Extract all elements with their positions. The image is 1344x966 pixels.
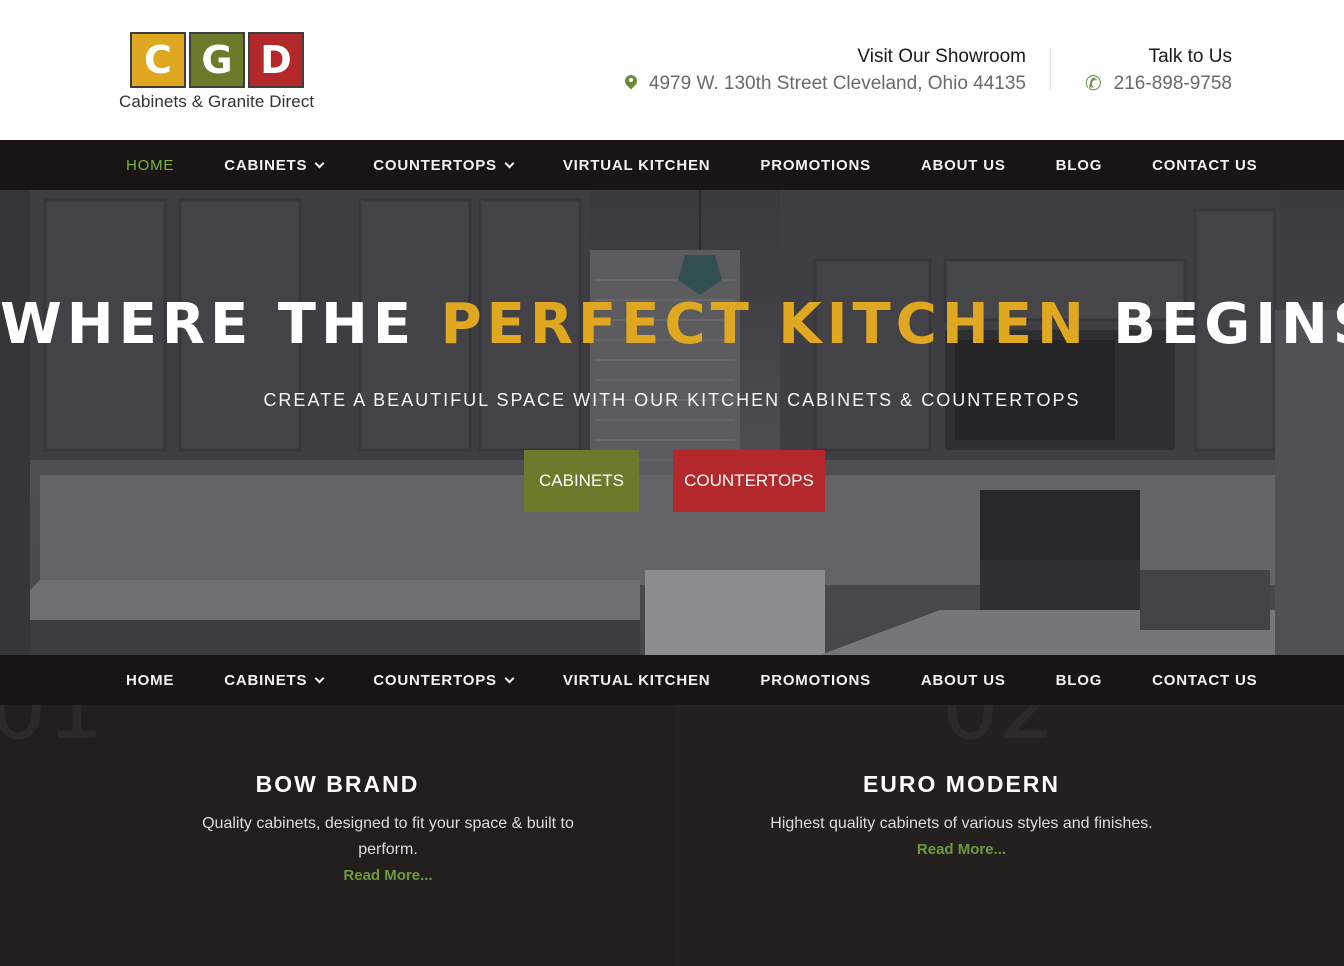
chevron-down-icon bbox=[314, 673, 325, 683]
nav-item-blog[interactable]: BLOG bbox=[1056, 157, 1103, 174]
feature-card: 01 BOW BRAND Quality cabinets, designed … bbox=[0, 705, 674, 966]
nav-item-promotions[interactable]: PROMOTIONS bbox=[760, 157, 871, 174]
feature-number: 02 bbox=[941, 705, 1057, 760]
hero-overlay bbox=[0, 190, 1344, 655]
hero-title-part1: WHERE THE bbox=[0, 292, 441, 357]
chevron-down-icon bbox=[504, 673, 515, 683]
showroom-title: Visit Our Showroom bbox=[857, 46, 1026, 67]
header-divider bbox=[1050, 48, 1051, 90]
nav-item-home[interactable]: HOME bbox=[126, 672, 174, 689]
site-header: C G D Cabinets & Granite Direct Visit Ou… bbox=[0, 0, 1344, 140]
nav-item-blog[interactable]: BLOG bbox=[1056, 672, 1103, 689]
nav-label: VIRTUAL KITCHEN bbox=[562, 156, 711, 174]
nav-label: VIRTUAL KITCHEN bbox=[562, 671, 711, 689]
nav-item-promotions[interactable]: PROMOTIONS bbox=[760, 672, 871, 689]
logo-letter-c: C bbox=[130, 32, 186, 88]
talk-title: Talk to Us bbox=[1148, 46, 1232, 67]
feature-title: BOW BRAND bbox=[255, 771, 420, 797]
nav-item-virtual-kitchen[interactable]: VIRTUAL KITCHEN bbox=[563, 157, 711, 174]
nav-label: HOME bbox=[126, 156, 175, 174]
nav-item-virtual-kitchen[interactable]: VIRTUAL KITCHEN bbox=[563, 672, 711, 689]
read-more-link[interactable]: Read More... bbox=[200, 867, 576, 884]
nav-item-contact-us[interactable]: CONTACT US bbox=[1152, 672, 1257, 689]
nav-label: COUNTERTOPS bbox=[373, 156, 497, 174]
nav-label: CABINETS bbox=[224, 671, 308, 689]
nav-item-countertops[interactable]: COUNTERTOPS bbox=[373, 671, 515, 689]
feature-description: Highest quality cabinets of various styl… bbox=[770, 815, 1153, 832]
map-pin-icon bbox=[625, 75, 637, 93]
site-logo[interactable]: C G D Cabinets & Granite Direct bbox=[119, 32, 314, 112]
logo-letter-d: D bbox=[248, 32, 304, 88]
nav-label: CONTACT US bbox=[1152, 156, 1258, 174]
nav-item-about-us[interactable]: ABOUT US bbox=[921, 157, 1006, 174]
nav-label: CONTACT US bbox=[1152, 671, 1258, 689]
nav-item-cabinets[interactable]: CABINETS bbox=[224, 156, 325, 174]
nav-item-home[interactable]: HOME bbox=[126, 157, 174, 174]
hero-banner bbox=[0, 190, 1344, 655]
showroom-info: Visit Our Showroom 4979 W. 130th Street … bbox=[625, 46, 1026, 95]
nav-label: ABOUT US bbox=[920, 671, 1006, 689]
phone-number: 216-898-9758 bbox=[1113, 73, 1232, 94]
nav-label: CABINETS bbox=[224, 156, 308, 174]
address-text: 4979 W. 130th Street Cleveland, Ohio 441… bbox=[648, 73, 1026, 94]
nav-item-countertops[interactable]: COUNTERTOPS bbox=[373, 156, 515, 174]
logo-text: Cabinets & Granite Direct bbox=[119, 92, 315, 111]
nav-label: PROMOTIONS bbox=[760, 671, 871, 689]
nav-item-cabinets[interactable]: CABINETS bbox=[224, 671, 325, 689]
sticky-nav: HOME CABINETS COUNTERTOPS VIRTUAL KITCHE… bbox=[0, 655, 1344, 705]
logo-letter-g: G bbox=[189, 32, 245, 88]
logo-mark: C G D bbox=[130, 32, 314, 88]
address-line[interactable]: 4979 W. 130th Street Cleveland, Ohio 441… bbox=[625, 73, 1026, 95]
nav-label: HOME bbox=[126, 671, 175, 689]
hero-title-part2: BEGINS bbox=[1113, 292, 1344, 357]
chevron-down-icon bbox=[504, 158, 515, 168]
countertops-button[interactable]: COUNTERTOPS bbox=[673, 450, 825, 512]
nav-item-contact-us[interactable]: CONTACT US bbox=[1152, 157, 1257, 174]
hero-title-highlight: PERFECT KITCHEN bbox=[440, 292, 1089, 357]
phone-icon: ✆ bbox=[1084, 73, 1102, 95]
hero-subtitle: CREATE A BEAUTIFUL SPACE WITH OUR KITCHE… bbox=[263, 390, 1081, 410]
nav-label: ABOUT US bbox=[920, 156, 1006, 174]
feature-description: Quality cabinets, designed to fit your s… bbox=[202, 815, 574, 858]
features-section: 01 BOW BRAND Quality cabinets, designed … bbox=[0, 705, 1344, 966]
chevron-down-icon bbox=[314, 158, 325, 168]
main-nav: HOME CABINETS COUNTERTOPS VIRTUAL KITCHE… bbox=[0, 140, 1344, 190]
phone-info: Talk to Us ✆ 216-898-9758 bbox=[1085, 46, 1232, 95]
nav-label: COUNTERTOPS bbox=[373, 671, 497, 689]
feature-title: EURO MODERN bbox=[862, 771, 1061, 797]
nav-label: BLOG bbox=[1055, 156, 1103, 174]
cabinets-button[interactable]: CABINETS bbox=[524, 450, 639, 512]
hero-title: WHERE THE PERFECT KITCHEN BEGINS bbox=[0, 292, 1344, 357]
nav-label: PROMOTIONS bbox=[760, 156, 871, 174]
phone-line[interactable]: ✆ 216-898-9758 bbox=[1085, 73, 1232, 95]
nav-label: BLOG bbox=[1055, 671, 1103, 689]
feature-card: 02 EURO MODERN Highest quality cabinets … bbox=[673, 705, 1344, 966]
feature-number: 01 bbox=[0, 705, 105, 760]
nav-item-about-us[interactable]: ABOUT US bbox=[921, 672, 1006, 689]
read-more-link[interactable]: Read More... bbox=[674, 841, 1250, 858]
